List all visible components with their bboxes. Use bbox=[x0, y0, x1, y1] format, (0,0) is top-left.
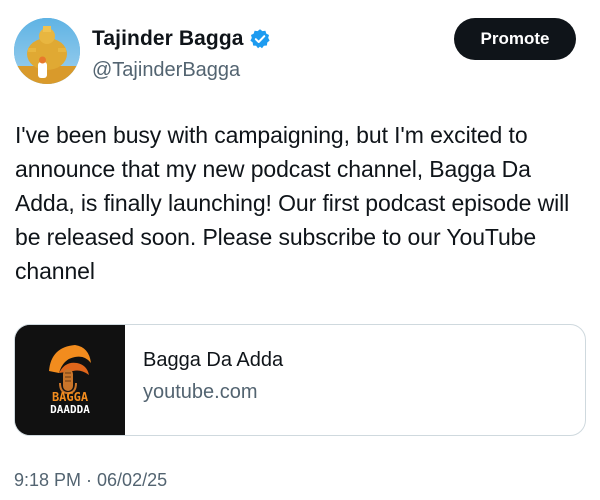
card-logo-text-2: DAADDA bbox=[50, 403, 90, 416]
tweet-header: Tajinder Bagga @TajinderBagga Promote bbox=[14, 18, 586, 88]
verified-badge-icon[interactable] bbox=[249, 28, 271, 50]
bagga-da-adda-logo-icon bbox=[15, 325, 125, 435]
card-thumbnail: BAGGA DAADDA bbox=[15, 325, 125, 435]
tweet-text: I've been busy with campaigning, but I'm… bbox=[15, 122, 570, 284]
author-avatar[interactable] bbox=[14, 18, 80, 84]
tweet-timestamp[interactable]: 9:18 PM · 06/02/25 bbox=[14, 470, 167, 491]
avatar-image bbox=[14, 18, 80, 84]
author-handle[interactable]: @TajinderBagga bbox=[92, 59, 240, 82]
card-domain[interactable]: youtube.com bbox=[143, 381, 283, 404]
card-title[interactable]: Bagga Da Adda bbox=[143, 349, 283, 372]
card-body: Bagga Da Adda youtube.com bbox=[125, 325, 283, 435]
author-name-row: Tajinder Bagga bbox=[92, 27, 271, 51]
author-display-name[interactable]: Tajinder Bagga bbox=[92, 27, 244, 51]
promote-button[interactable]: Promote bbox=[454, 18, 576, 60]
link-preview-card[interactable]: BAGGA DAADDA Bagga Da Adda youtube.com bbox=[14, 324, 586, 436]
card-logo-text-1: BAGGA bbox=[51, 390, 89, 404]
